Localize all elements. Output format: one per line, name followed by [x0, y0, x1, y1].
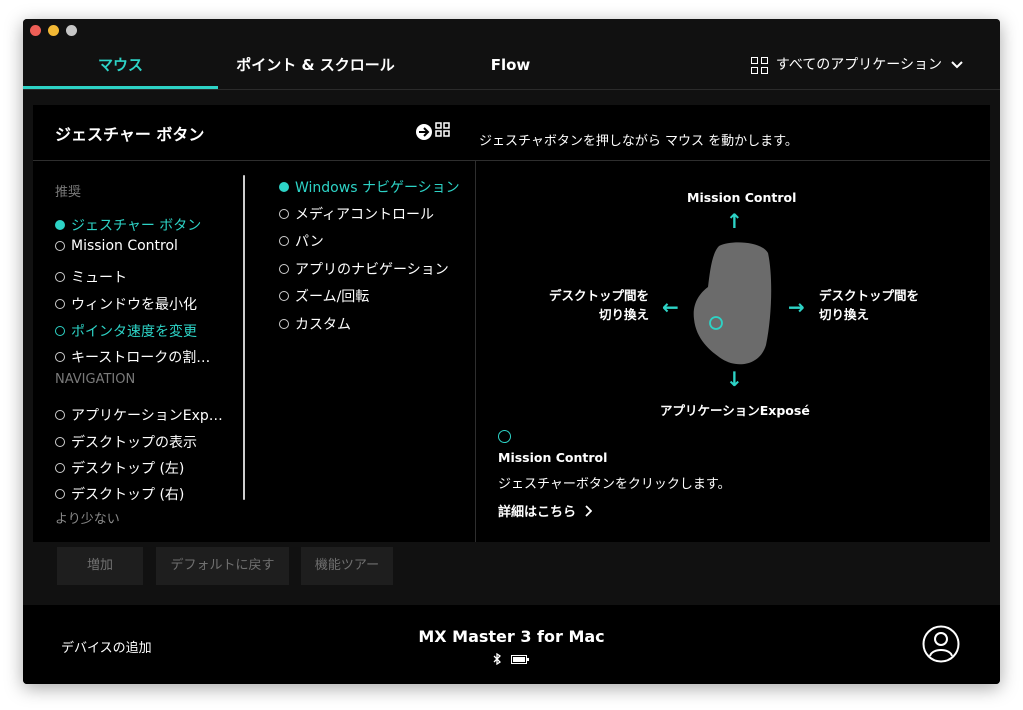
click-action-description: ジェスチャーボタンをクリックします。 — [498, 477, 731, 492]
gesture-down-label: アプリケーションExposé — [660, 403, 810, 418]
tab-point-scroll[interactable]: ポイント & スクロール — [218, 41, 413, 89]
section-recommended: 推奨 — [55, 185, 82, 200]
panel-description: ジェスチャボタンを押しながら マウス を動かします。 — [479, 134, 798, 149]
radio-icon — [279, 209, 289, 219]
chevron-right-icon — [585, 504, 593, 517]
click-indicator-icon — [498, 430, 511, 443]
bluetooth-icon — [493, 653, 501, 665]
tab-flow[interactable]: Flow — [413, 41, 608, 89]
application-selector[interactable]: すべてのアプリケーション — [750, 41, 964, 89]
radio-icon — [279, 236, 289, 246]
arrow-down-icon: ↓ — [726, 367, 743, 391]
section-navigation: NAVIGATION — [55, 372, 136, 387]
application-selector-label: すべてのアプリケーション — [775, 57, 942, 73]
option-pan[interactable]: パン — [279, 231, 324, 251]
option-mute[interactable]: ミュート — [55, 267, 127, 287]
radio-selected-icon — [55, 220, 65, 230]
radio-icon — [55, 326, 65, 336]
radio-icon — [55, 272, 65, 282]
app-window: マウス ポイント & スクロール Flow すべてのアプリケーション ジェスチャ… — [23, 19, 1000, 684]
option-zoom-rotate[interactable]: ズーム/回転 — [279, 286, 369, 306]
gesture-right-label: デスクトップ間を 切り換え — [819, 288, 920, 322]
option-desktop-right[interactable]: デスクトップ (右) — [55, 484, 184, 504]
option-change-pointer-speed[interactable]: ポインタ速度を変更 — [55, 321, 197, 341]
option-mission-control[interactable]: Mission Control — [55, 238, 178, 254]
option-media-control[interactable]: メディアコントロール — [279, 204, 434, 224]
option-gesture-button[interactable]: ジェスチャー ボタン — [55, 215, 201, 235]
feature-tour-button[interactable]: 機能ツアー — [301, 547, 393, 585]
arrow-left-icon: ← — [662, 295, 679, 319]
arrow-up-icon: ↑ — [726, 209, 743, 233]
mouse-illustration-icon — [693, 242, 772, 365]
list-scrollbar[interactable] — [243, 175, 245, 500]
option-windows-navigation[interactable]: Windows ナビゲーション — [279, 177, 460, 197]
radio-selected-icon — [279, 182, 289, 192]
option-show-desktop[interactable]: デスクトップの表示 — [55, 432, 197, 452]
option-keystroke[interactable]: キーストロークの割… — [55, 347, 210, 367]
option-app-navigation[interactable]: アプリのナビゲーション — [279, 259, 449, 279]
more-details-link[interactable]: 詳細はこちら — [498, 501, 593, 520]
option-custom[interactable]: カスタム — [279, 314, 351, 334]
gesture-mode-list: Windows ナビゲーション メディアコントロール パン アプリのナビゲーショ… — [279, 161, 475, 541]
gesture-left-label: デスクトップ間を 切り換え — [548, 288, 649, 322]
show-less-link[interactable]: より少ない — [55, 508, 120, 527]
zoom-window-button[interactable] — [66, 25, 77, 36]
radio-icon — [55, 241, 65, 251]
device-bar: デバイスの追加 MX Master 3 for Mac — [23, 605, 1000, 684]
profile-icon[interactable] — [922, 625, 960, 663]
arrow-right-icon: → — [788, 295, 805, 319]
gesture-up-label: Mission Control — [687, 190, 797, 205]
tab-bar: マウス ポイント & スクロール Flow すべてのアプリケーション — [23, 41, 1000, 90]
close-window-button[interactable] — [30, 25, 41, 36]
radio-icon — [55, 352, 65, 362]
grid-icon — [750, 56, 768, 74]
option-desktop-left[interactable]: デスクトップ (左) — [55, 458, 184, 478]
title-bar — [23, 19, 1000, 41]
chevron-down-icon — [951, 61, 963, 69]
panel-title: ジェスチャー ボタン — [55, 125, 205, 144]
add-button[interactable]: 増加 — [57, 547, 143, 585]
assign-apps-icon[interactable] — [415, 118, 451, 146]
action-list: 推奨 ジェスチャー ボタン Mission Control ミュート ウィンドウ… — [33, 161, 243, 541]
minimize-window-button[interactable] — [48, 25, 59, 36]
radio-icon — [279, 264, 289, 274]
device-name: MX Master 3 for Mac — [418, 627, 605, 646]
option-app-expose[interactable]: アプリケーションExp… — [55, 405, 223, 425]
restore-defaults-button[interactable]: デフォルトに戻す — [156, 547, 289, 585]
radio-icon — [55, 489, 65, 499]
panel-header: ジェスチャー ボタン ジェスチャボタンを押しながら マウス を動かします。 — [33, 105, 990, 161]
radio-icon — [55, 463, 65, 473]
radio-icon — [55, 299, 65, 309]
tab-mouse[interactable]: マウス — [23, 41, 218, 89]
radio-icon — [279, 319, 289, 329]
radio-icon — [279, 291, 289, 301]
click-action-title: Mission Control — [498, 450, 608, 465]
gesture-panel: ジェスチャー ボタン ジェスチャボタンを押しながら マウス を動かします。 推奨… — [33, 105, 990, 542]
radio-icon — [55, 437, 65, 447]
device-status-icons — [493, 653, 529, 665]
option-minimize-window[interactable]: ウィンドウを最小化 — [55, 294, 197, 314]
battery-icon — [511, 654, 529, 664]
radio-icon — [55, 410, 65, 420]
gesture-diagram: Mission Control ↑ デスクトップ間を 切り換え ← → デスクトッ… — [476, 161, 990, 542]
